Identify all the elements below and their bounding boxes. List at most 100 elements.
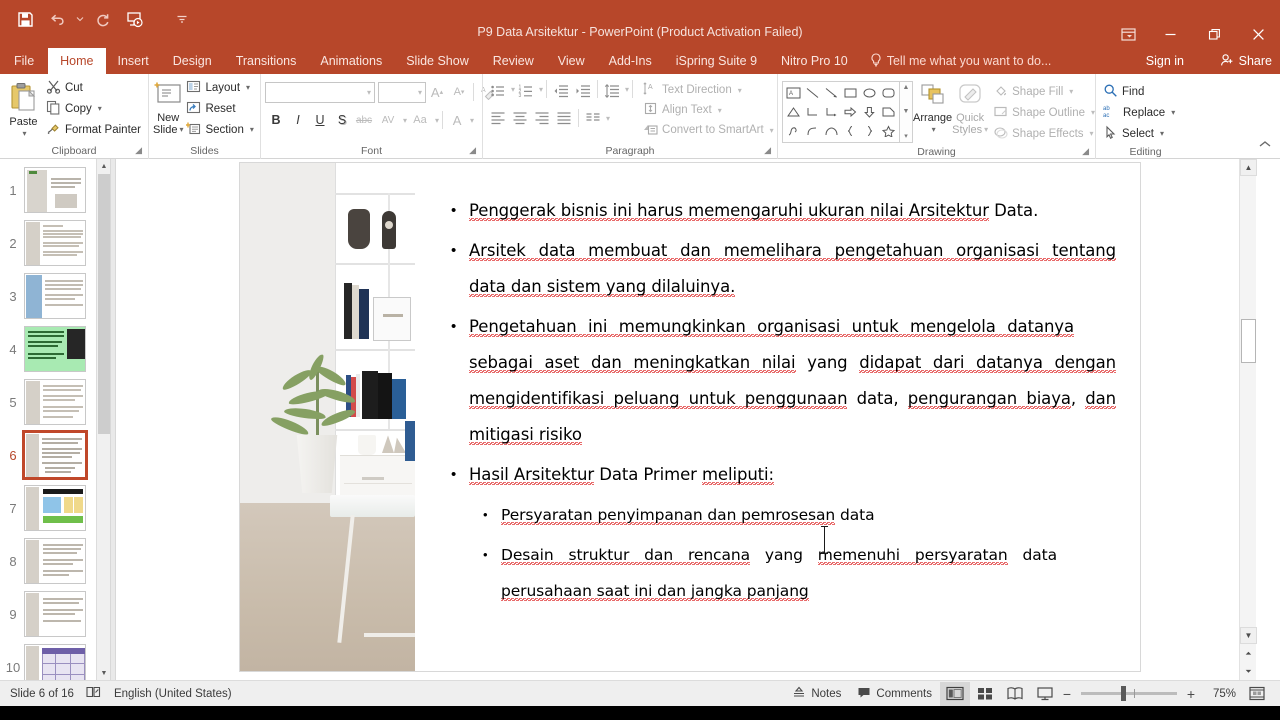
quick-styles-dropdown-icon[interactable]: ▾ bbox=[984, 124, 988, 136]
fit-to-window-icon[interactable] bbox=[1242, 682, 1272, 706]
slide-content-placeholder[interactable]: • Penggerak bisnis ini harus memengaruhi… bbox=[415, 163, 1140, 671]
tab-review[interactable]: Review bbox=[481, 48, 546, 74]
smartart-dropdown-icon[interactable]: ▾ bbox=[770, 126, 774, 135]
comments-button[interactable]: Comments bbox=[849, 681, 940, 707]
undo-icon[interactable] bbox=[42, 5, 72, 33]
font-size-dropdown-icon[interactable]: ▾ bbox=[418, 88, 422, 97]
elbow-connector-icon[interactable] bbox=[803, 102, 822, 121]
align-center-icon[interactable] bbox=[509, 108, 531, 129]
tab-insert[interactable]: Insert bbox=[106, 48, 161, 74]
thumbnail-preview[interactable] bbox=[24, 326, 86, 372]
numbering-icon[interactable]: 123 bbox=[515, 80, 537, 101]
arrange-button[interactable]: Arrange ▾ bbox=[913, 81, 952, 136]
bullets-icon[interactable] bbox=[487, 80, 509, 101]
numbering-dropdown-icon[interactable]: ▾ bbox=[539, 80, 543, 100]
bullet-text[interactable]: Penggerak bisnis ini harus memengaruhi u… bbox=[469, 193, 1116, 229]
tab-animations[interactable]: Animations bbox=[308, 48, 394, 74]
right-brace-shape-icon[interactable] bbox=[860, 122, 879, 141]
replace-button[interactable]: ab ac Replace ▾ bbox=[1100, 102, 1178, 123]
tab-add-ins[interactable]: Add-Ins bbox=[597, 48, 664, 74]
thumbnail-preview[interactable] bbox=[24, 273, 86, 319]
thumbnail-slide-7[interactable]: 7 bbox=[0, 483, 110, 533]
down-arrow-shape-icon[interactable] bbox=[860, 102, 879, 121]
thumbnail-slide-10[interactable]: 10 bbox=[0, 642, 110, 680]
shape-effects-dropdown-icon[interactable]: ▾ bbox=[1090, 129, 1094, 138]
align-text-button[interactable]: Align Text ▾ bbox=[640, 100, 777, 120]
slide-show-view-icon[interactable] bbox=[1030, 682, 1060, 706]
rectangle-shape-icon[interactable] bbox=[841, 83, 860, 102]
tab-view[interactable]: View bbox=[546, 48, 597, 74]
paste-dropdown-icon[interactable]: ▾ bbox=[22, 128, 26, 140]
thumbnail-slide-5[interactable]: 5 bbox=[0, 377, 110, 427]
character-spacing-icon[interactable]: AV bbox=[375, 110, 401, 131]
line-spacing-dropdown-icon[interactable]: ▾ bbox=[625, 80, 629, 100]
oval-shape-icon[interactable] bbox=[860, 83, 879, 102]
text-direction-dropdown-icon[interactable]: ▾ bbox=[738, 86, 742, 95]
zoom-in-button[interactable]: + bbox=[1184, 686, 1198, 702]
increase-indent-icon[interactable] bbox=[572, 80, 594, 101]
elbow-arrow-connector-icon[interactable] bbox=[822, 102, 841, 121]
thumbnail-scrollbar[interactable]: ▲ ▼ bbox=[96, 159, 110, 680]
gallery-more-icon[interactable]: ▾ bbox=[904, 132, 908, 140]
decrease-font-size-icon[interactable]: A ▾ bbox=[448, 82, 470, 103]
collapse-ribbon-button[interactable] bbox=[1258, 137, 1272, 155]
thumbnail-slide-6[interactable]: 6 bbox=[0, 430, 110, 480]
thumbnail-scroll-up-icon[interactable]: ▲ bbox=[97, 159, 110, 173]
bold-icon[interactable]: B bbox=[265, 110, 287, 131]
cut-button[interactable]: Cut bbox=[43, 77, 144, 98]
reading-view-icon[interactable] bbox=[1000, 682, 1030, 706]
customize-qat-icon[interactable] bbox=[167, 5, 197, 33]
tab-home[interactable]: Home bbox=[48, 48, 106, 74]
slide-scroll-down-icon[interactable]: ▼ bbox=[1240, 627, 1257, 644]
thumbnail-slide-8[interactable]: 8 bbox=[0, 536, 110, 586]
italic-icon[interactable]: I bbox=[287, 110, 309, 131]
thumbnail-slide-1[interactable]: 1 bbox=[0, 165, 110, 215]
zoom-level[interactable]: 75% bbox=[1198, 688, 1236, 700]
language-indicator[interactable]: English (United States) bbox=[114, 688, 232, 700]
shapes-gallery-scroll[interactable]: ▲ ▼ ▾ bbox=[900, 81, 913, 143]
thumbnail-preview[interactable] bbox=[24, 220, 86, 266]
thumbnail-preview[interactable] bbox=[24, 379, 86, 425]
paste-button[interactable]: Paste ▾ bbox=[4, 77, 43, 140]
spell-check-icon[interactable] bbox=[86, 685, 102, 702]
share-button[interactable]: Share bbox=[1220, 48, 1272, 74]
pentagon-shape-icon[interactable] bbox=[879, 102, 898, 121]
tab-nitro-pro[interactable]: Nitro Pro 10 bbox=[769, 48, 860, 74]
thumbnail-slide-2[interactable]: 2 bbox=[0, 218, 110, 268]
shape-fill-dropdown-icon[interactable]: ▾ bbox=[1069, 87, 1073, 96]
select-dropdown-icon[interactable]: ▾ bbox=[1160, 129, 1164, 138]
align-right-icon[interactable] bbox=[531, 108, 553, 129]
shape-fill-button[interactable]: Shape Fill ▾ bbox=[990, 81, 1098, 102]
font-name-dropdown-icon[interactable]: ▾ bbox=[367, 88, 371, 97]
bullet-text[interactable]: Hasil Arsitektur Data Primer meliputi: bbox=[469, 457, 1116, 493]
zoom-out-button[interactable]: − bbox=[1060, 686, 1074, 702]
slide-indicator[interactable]: Slide 6 of 16 bbox=[10, 688, 74, 700]
thumbnail-scroll-down-icon[interactable]: ▼ bbox=[97, 666, 110, 680]
tab-design[interactable]: Design bbox=[161, 48, 224, 74]
slide-scroll-up-icon[interactable]: ▲ bbox=[1240, 159, 1257, 176]
reset-button[interactable]: Reset bbox=[183, 98, 256, 119]
thumbnail-preview[interactable] bbox=[24, 591, 86, 637]
convert-to-smartart-button[interactable]: Convert to SmartArt ▾ bbox=[640, 120, 777, 140]
font-name-input[interactable]: ▾ bbox=[265, 81, 375, 103]
thumbnail-preview[interactable] bbox=[24, 644, 86, 680]
drawing-dialog-launcher-icon[interactable]: ◢ bbox=[1082, 143, 1089, 159]
layout-button[interactable]: Layout ▾ bbox=[183, 77, 256, 98]
scribble-shape-icon[interactable] bbox=[784, 122, 803, 141]
replace-dropdown-icon[interactable]: ▾ bbox=[1171, 108, 1175, 117]
shape-effects-button[interactable]: Shape Effects ▾ bbox=[990, 123, 1098, 144]
slide-photo[interactable] bbox=[240, 163, 415, 671]
select-button[interactable]: Select ▾ bbox=[1100, 123, 1178, 144]
thumbnail-preview[interactable] bbox=[24, 167, 86, 213]
arrange-dropdown-icon[interactable]: ▾ bbox=[932, 124, 936, 136]
current-slide[interactable]: • Penggerak bisnis ini harus memengaruhi… bbox=[240, 163, 1140, 671]
curve-shape-icon[interactable] bbox=[803, 122, 822, 141]
clipboard-dialog-launcher-icon[interactable]: ◢ bbox=[135, 142, 142, 158]
font-dialog-launcher-icon[interactable]: ◢ bbox=[469, 142, 476, 158]
line-shape-icon[interactable] bbox=[803, 83, 822, 102]
columns-icon[interactable] bbox=[582, 108, 604, 129]
slide-scrollbar-thumb[interactable] bbox=[1241, 319, 1256, 363]
quick-styles-button[interactable]: Quick Styles ▾ bbox=[952, 81, 988, 136]
bullet-item[interactable]: • Penggerak bisnis ini harus memengaruhi… bbox=[447, 193, 1116, 229]
bullet-text[interactable]: Arsitek data membuat dan memelihara peng… bbox=[469, 233, 1116, 305]
